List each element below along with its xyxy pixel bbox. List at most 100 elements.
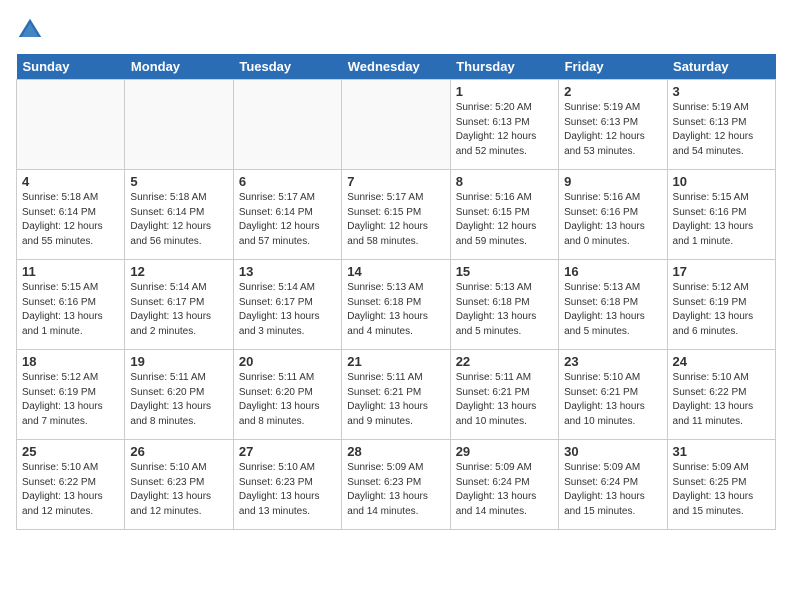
- day-info: Sunrise: 5:18 AM Sunset: 6:14 PM Dayligh…: [130, 191, 227, 249]
- day-number: 23: [564, 354, 661, 369]
- calendar-cell: 7 Sunrise: 5:17 AM Sunset: 6:15 PM Daylig…: [342, 170, 450, 260]
- day-info: Sunrise: 5:14 AM Sunset: 6:17 PM Dayligh…: [130, 281, 227, 339]
- day-info: Sunrise: 5:10 AM Sunset: 6:22 PM Dayligh…: [673, 371, 770, 429]
- day-number: 7: [347, 174, 444, 189]
- calendar-cell: 9Sunrise: 5:16 AM Sunset: 6:16 PM Daylig…: [559, 170, 667, 260]
- day-info: Sunrise: 5:09 AM Sunset: 6:24 PM Dayligh…: [564, 461, 661, 519]
- logo-icon: [16, 16, 44, 44]
- day-info: Sunrise: 5:13 AM Sunset: 6:18 PM Dayligh…: [564, 281, 661, 339]
- day-info: Sunrise: 5:10 AM Sunset: 6:21 PM Dayligh…: [564, 371, 661, 429]
- calendar-cell: 26 Sunrise: 5:10 AM Sunset: 6:23 PM Dayli…: [125, 440, 233, 530]
- calendar-cell: 24 Sunrise: 5:10 AM Sunset: 6:22 PM Dayli…: [667, 350, 775, 440]
- day-info: Sunrise: 5:17 AM Sunset: 6:15 PM Dayligh…: [347, 191, 444, 249]
- calendar-cell: 11 Sunrise: 5:15 AM Sunset: 6:16 PM Dayli…: [17, 260, 125, 350]
- day-number: 2: [564, 84, 661, 99]
- calendar-cell: [233, 80, 341, 170]
- calendar-cell: 25Sunrise: 5:10 AM Sunset: 6:22 PM Dayli…: [17, 440, 125, 530]
- day-info: Sunrise: 5:09 AM Sunset: 6:23 PM Dayligh…: [347, 461, 444, 519]
- calendar-cell: 19Sunrise: 5:11 AM Sunset: 6:20 PM Dayli…: [125, 350, 233, 440]
- day-number: 18: [22, 354, 119, 369]
- day-info: Sunrise: 5:09 AM Sunset: 6:24 PM Dayligh…: [456, 461, 553, 519]
- day-info: Sunrise: 5:18 AM Sunset: 6:14 PM Dayligh…: [22, 191, 119, 249]
- day-header-friday: Friday: [559, 54, 667, 80]
- day-info: Sunrise: 5:17 AM Sunset: 6:14 PM Dayligh…: [239, 191, 336, 249]
- day-number: 5: [130, 174, 227, 189]
- day-number: 28: [347, 444, 444, 459]
- calendar-cell: 2 Sunrise: 5:19 AM Sunset: 6:13 PM Daylig…: [559, 80, 667, 170]
- calendar-cell: 27 Sunrise: 5:10 AM Sunset: 6:23 PM Dayli…: [233, 440, 341, 530]
- day-info: Sunrise: 5:11 AM Sunset: 6:21 PM Dayligh…: [347, 371, 444, 429]
- day-info: Sunrise: 5:19 AM Sunset: 6:13 PM Dayligh…: [673, 101, 770, 159]
- day-number: 10: [673, 174, 770, 189]
- day-number: 21: [347, 354, 444, 369]
- day-number: 8: [456, 174, 553, 189]
- day-number: 3: [673, 84, 770, 99]
- calendar-cell: 12 Sunrise: 5:14 AM Sunset: 6:17 PM Dayli…: [125, 260, 233, 350]
- logo: [16, 16, 48, 44]
- day-info: Sunrise: 5:11 AM Sunset: 6:21 PM Dayligh…: [456, 371, 553, 429]
- calendar-week-row: 18 Sunrise: 5:12 AM Sunset: 6:19 PM Dayli…: [17, 350, 776, 440]
- calendar-cell: 21 Sunrise: 5:11 AM Sunset: 6:21 PM Dayli…: [342, 350, 450, 440]
- day-info: Sunrise: 5:10 AM Sunset: 6:22 PM Dayligh…: [22, 461, 119, 519]
- calendar-cell: 4 Sunrise: 5:18 AM Sunset: 6:14 PM Daylig…: [17, 170, 125, 260]
- day-number: 14: [347, 264, 444, 279]
- calendar-cell: 14 Sunrise: 5:13 AM Sunset: 6:18 PM Dayli…: [342, 260, 450, 350]
- day-header-tuesday: Tuesday: [233, 54, 341, 80]
- calendar-cell: 23 Sunrise: 5:10 AM Sunset: 6:21 PM Dayli…: [559, 350, 667, 440]
- calendar-cell: 15 Sunrise: 5:13 AM Sunset: 6:18 PM Dayli…: [450, 260, 558, 350]
- calendar-cell: 29 Sunrise: 5:09 AM Sunset: 6:24 PM Dayli…: [450, 440, 558, 530]
- day-number: 26: [130, 444, 227, 459]
- day-number: 12: [130, 264, 227, 279]
- calendar-cell: 18 Sunrise: 5:12 AM Sunset: 6:19 PM Dayli…: [17, 350, 125, 440]
- calendar-cell: 16Sunrise: 5:13 AM Sunset: 6:18 PM Dayli…: [559, 260, 667, 350]
- day-number: 31: [673, 444, 770, 459]
- calendar-cell: 31 Sunrise: 5:09 AM Sunset: 6:25 PM Dayli…: [667, 440, 775, 530]
- calendar-cell: 30 Sunrise: 5:09 AM Sunset: 6:24 PM Dayli…: [559, 440, 667, 530]
- day-info: Sunrise: 5:10 AM Sunset: 6:23 PM Dayligh…: [130, 461, 227, 519]
- day-number: 29: [456, 444, 553, 459]
- day-info: Sunrise: 5:12 AM Sunset: 6:19 PM Dayligh…: [22, 371, 119, 429]
- day-info: Sunrise: 5:19 AM Sunset: 6:13 PM Dayligh…: [564, 101, 661, 159]
- day-info: Sunrise: 5:10 AM Sunset: 6:23 PM Dayligh…: [239, 461, 336, 519]
- calendar-cell: 17Sunrise: 5:12 AM Sunset: 6:19 PM Dayli…: [667, 260, 775, 350]
- calendar-cell: 3 Sunrise: 5:19 AM Sunset: 6:13 PM Daylig…: [667, 80, 775, 170]
- day-number: 30: [564, 444, 661, 459]
- day-number: 19: [130, 354, 227, 369]
- day-number: 22: [456, 354, 553, 369]
- day-header-sunday: Sunday: [17, 54, 125, 80]
- day-number: 20: [239, 354, 336, 369]
- day-number: 17: [673, 264, 770, 279]
- day-info: Sunrise: 5:11 AM Sunset: 6:20 PM Dayligh…: [239, 371, 336, 429]
- day-info: Sunrise: 5:20 AM Sunset: 6:13 PM Dayligh…: [456, 101, 553, 159]
- calendar-cell: 10Sunrise: 5:15 AM Sunset: 6:16 PM Dayli…: [667, 170, 775, 260]
- day-info: Sunrise: 5:13 AM Sunset: 6:18 PM Dayligh…: [456, 281, 553, 339]
- calendar-cell: [342, 80, 450, 170]
- calendar-cell: 28 Sunrise: 5:09 AM Sunset: 6:23 PM Dayli…: [342, 440, 450, 530]
- calendar-week-row: 25Sunrise: 5:10 AM Sunset: 6:22 PM Dayli…: [17, 440, 776, 530]
- calendar-cell: 6 Sunrise: 5:17 AM Sunset: 6:14 PM Daylig…: [233, 170, 341, 260]
- day-number: 11: [22, 264, 119, 279]
- day-number: 1: [456, 84, 553, 99]
- day-header-thursday: Thursday: [450, 54, 558, 80]
- day-info: Sunrise: 5:15 AM Sunset: 6:16 PM Dayligh…: [22, 281, 119, 339]
- day-header-monday: Monday: [125, 54, 233, 80]
- day-info: Sunrise: 5:16 AM Sunset: 6:15 PM Dayligh…: [456, 191, 553, 249]
- day-info: Sunrise: 5:09 AM Sunset: 6:25 PM Dayligh…: [673, 461, 770, 519]
- day-number: 15: [456, 264, 553, 279]
- calendar-cell: 13Sunrise: 5:14 AM Sunset: 6:17 PM Dayli…: [233, 260, 341, 350]
- day-number: 9: [564, 174, 661, 189]
- calendar-week-row: 1 Sunrise: 5:20 AM Sunset: 6:13 PM Daylig…: [17, 80, 776, 170]
- calendar-cell: 20 Sunrise: 5:11 AM Sunset: 6:20 PM Dayli…: [233, 350, 341, 440]
- day-info: Sunrise: 5:13 AM Sunset: 6:18 PM Dayligh…: [347, 281, 444, 339]
- calendar-week-row: 4 Sunrise: 5:18 AM Sunset: 6:14 PM Daylig…: [17, 170, 776, 260]
- calendar-week-row: 11 Sunrise: 5:15 AM Sunset: 6:16 PM Dayli…: [17, 260, 776, 350]
- calendar-cell: 8 Sunrise: 5:16 AM Sunset: 6:15 PM Daylig…: [450, 170, 558, 260]
- day-number: 13: [239, 264, 336, 279]
- day-header-saturday: Saturday: [667, 54, 775, 80]
- day-number: 27: [239, 444, 336, 459]
- day-number: 4: [22, 174, 119, 189]
- day-number: 6: [239, 174, 336, 189]
- calendar-header-row: SundayMondayTuesdayWednesdayThursdayFrid…: [17, 54, 776, 80]
- calendar-cell: 22 Sunrise: 5:11 AM Sunset: 6:21 PM Dayli…: [450, 350, 558, 440]
- day-number: 24: [673, 354, 770, 369]
